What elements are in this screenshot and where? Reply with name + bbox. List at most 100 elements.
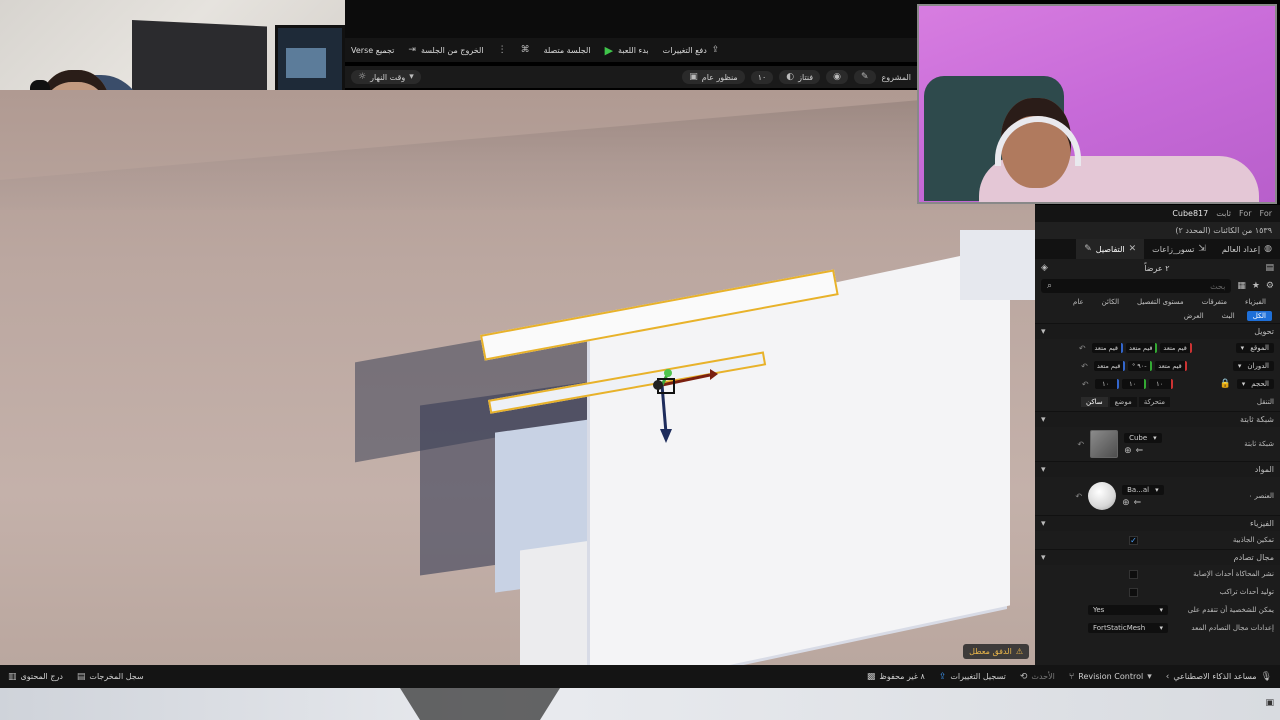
session-menu-button[interactable]: ⋮ <box>498 45 507 55</box>
mobility-stationary[interactable]: موضع <box>1109 397 1137 407</box>
static-mesh-dropdown[interactable]: Cube ▾ <box>1124 432 1162 443</box>
scale-z-field[interactable]: ١٠ <box>1094 379 1119 389</box>
star-icon[interactable]: ★ <box>1252 281 1260 291</box>
gizmo-z-arrow[interactable] <box>660 429 672 443</box>
rotation-dropdown[interactable]: ▾ الدوران <box>1232 361 1274 371</box>
presets-dropdown[interactable]: FortStaticMesh ▾ <box>1088 623 1168 633</box>
speed-button[interactable]: ١٠ <box>750 70 774 84</box>
cube-icon: ◈ <box>1041 263 1048 273</box>
filter-lod[interactable]: مستوى التفصيل <box>1131 297 1190 307</box>
revision-control-button[interactable]: ⑂ Revision Control ▾ <box>1069 672 1152 682</box>
gizmo-x-arrow[interactable] <box>710 369 718 380</box>
scale-y-field[interactable]: ١٠ <box>1121 379 1146 389</box>
mobility-toggle[interactable]: متحركة موضع ساكن <box>1081 397 1171 407</box>
verse-build-button[interactable]: تجميع Verse <box>351 46 394 55</box>
latest-label: الأحدث <box>1031 672 1055 681</box>
browse-icon[interactable]: ⊕ <box>1122 498 1130 508</box>
upload-icon: ⇪ <box>938 671 947 682</box>
outliner-icon: ⇲ <box>1198 244 1206 254</box>
content-drawer-button[interactable]: ▥ درج المحتوى <box>8 672 63 682</box>
gravity-checkbox[interactable]: ✓ <box>1129 535 1138 545</box>
scale-x-field[interactable]: ١٠ <box>1148 379 1173 389</box>
location-y-field[interactable]: قيم متعد <box>1125 343 1158 353</box>
latest-button[interactable]: ⟲ الأحدث <box>1020 672 1055 682</box>
rotation-z-field[interactable]: قيم متعد <box>1093 361 1126 371</box>
lock-icon[interactable]: 🔒 <box>1219 379 1230 389</box>
unsaved-button[interactable]: ▩ ٨ غير محفوظ <box>867 672 925 682</box>
rotation-y-field[interactable]: -٩٠ ° <box>1128 361 1153 371</box>
section-collision[interactable]: مجال تصادم ▾ <box>1035 549 1280 565</box>
location-z-field[interactable]: قيم متعد <box>1091 343 1123 353</box>
section-static-mesh-label: شبكة ثابتة <box>1240 415 1274 424</box>
unsaved-label: ٨ غير محفوظ <box>879 672 925 681</box>
tools-button[interactable]: ✎ <box>853 70 876 84</box>
section-static-mesh[interactable]: شبكة ثابتة ▾ <box>1035 411 1280 427</box>
location-x-field[interactable]: قيم متعد <box>1160 343 1192 353</box>
push-changes-button[interactable]: ⇪ دفع التغييرات <box>663 45 720 55</box>
filter-misc[interactable]: متفرقات <box>1196 297 1233 307</box>
project-label[interactable]: المشروع <box>882 73 911 82</box>
rotation-x-field[interactable]: قيم متعد <box>1155 361 1187 371</box>
tab-world-settings[interactable]: ◍ إعداد العالم <box>1214 239 1280 259</box>
mobility-movable[interactable]: متحركة <box>1138 397 1171 407</box>
lit-mode-button[interactable]: ◐ فنتاز <box>779 70 821 84</box>
time-of-day-button[interactable]: ☼ وقت النهار ▾ <box>351 70 421 84</box>
reset-icon[interactable]: ↶ <box>1082 380 1089 389</box>
overlap-checkbox[interactable] <box>1129 587 1138 597</box>
filter-streaming[interactable]: البث <box>1216 311 1241 321</box>
filter-general[interactable]: عام <box>1067 297 1090 307</box>
perspective-button[interactable]: ▣ منظور عام <box>682 70 745 84</box>
material-dropdown[interactable]: Ba...al ▾ <box>1122 484 1164 495</box>
tab-world-settings-label: إعداد العالم <box>1221 244 1261 254</box>
details-search-input[interactable]: بحث ⌕ <box>1041 279 1232 293</box>
section-physics[interactable]: الفيزياء ▾ <box>1035 515 1280 531</box>
section-transform[interactable]: تحويل ▾ <box>1035 323 1280 339</box>
selected-actor-name[interactable]: Cube817 <box>1172 209 1208 218</box>
use-selected-icon[interactable]: ⇐ <box>1134 498 1142 508</box>
static-mesh-row: شبكة ثابتة Cube ▾ ⊕ ⇐ ↶ <box>1035 427 1280 461</box>
static-mesh-thumbnail[interactable] <box>1090 430 1119 458</box>
platform-far[interactable] <box>960 230 1035 300</box>
start-game-button[interactable]: بدء اللعبة ▶ <box>605 44 649 57</box>
sim-hits-row: نشر المحاكاة أحداث الإصابة <box>1035 565 1280 583</box>
show-button[interactable]: ◉ <box>826 70 848 84</box>
mobility-static[interactable]: ساكن <box>1081 397 1108 407</box>
ai-assistant-button[interactable]: ‹ مساعد الذكاء الاصطناعي 🎙 <box>1166 672 1272 682</box>
reset-icon[interactable]: ↶ <box>1081 362 1088 371</box>
material-thumbnail[interactable] <box>1088 482 1117 510</box>
lock-icon[interactable]: ▤ <box>1265 263 1274 273</box>
streaming-warning[interactable]: الدفق معطل ⚠ <box>963 644 1029 659</box>
level-viewport[interactable]: الدفق معطل ⚠ <box>0 90 1035 665</box>
filter-physics[interactable]: الفيزياء <box>1239 297 1272 307</box>
gizmo-y-handle[interactable] <box>664 369 672 377</box>
filter-actor[interactable]: الكائن <box>1096 297 1125 307</box>
scale-dropdown[interactable]: ▾ الحجم <box>1236 379 1274 389</box>
section-materials-label: المواد <box>1254 465 1274 474</box>
session-icon-button[interactable]: ⌘ <box>521 45 530 55</box>
close-icon[interactable]: ✕ <box>1129 244 1137 254</box>
reset-icon[interactable]: ↶ <box>1079 344 1086 353</box>
settings-icon[interactable]: ⚙ <box>1266 281 1274 291</box>
sim-hits-checkbox[interactable] <box>1129 569 1138 579</box>
browse-icon[interactable]: ⊕ <box>1124 446 1132 456</box>
save-icon[interactable]: ▣ <box>1265 698 1274 708</box>
filter-all[interactable]: الكل <box>1246 311 1272 321</box>
transform-gizmo[interactable] <box>640 355 730 455</box>
tab-details[interactable]: ✕ التفاصيل ✎ <box>1076 239 1145 259</box>
step-up-dropdown[interactable]: Yes ▾ <box>1088 605 1168 615</box>
use-selected-icon[interactable]: ⇐ <box>1136 446 1144 456</box>
submit-changes-button[interactable]: ⇪ تسجيل التغييرات <box>939 672 1006 682</box>
location-dropdown[interactable]: ▾ الموقع <box>1235 343 1274 353</box>
reset-icon[interactable]: ↶ <box>1075 492 1082 501</box>
filter-rendering[interactable]: العرض <box>1178 311 1210 321</box>
section-materials[interactable]: المواد ▾ <box>1035 461 1280 477</box>
gizmo-center[interactable] <box>653 380 663 390</box>
tab-outliner[interactable]: ⇲ تسور_زاعات <box>1144 239 1214 259</box>
exit-session-button[interactable]: الخروج من الجلسة ⇥ <box>408 45 483 55</box>
selection-info-label: ١٥٣٩ من الكائنات (المحدد ٢) <box>1175 226 1272 235</box>
output-log-button[interactable]: ▤ سجل المخرجات <box>77 672 144 682</box>
step-up-label: يمكن للشخصية أن تتقدم على <box>1187 606 1274 614</box>
reset-icon[interactable]: ↶ <box>1077 440 1084 449</box>
collapse-icon: ▾ <box>1041 552 1046 563</box>
grid-icon[interactable]: ▦ <box>1237 281 1246 291</box>
